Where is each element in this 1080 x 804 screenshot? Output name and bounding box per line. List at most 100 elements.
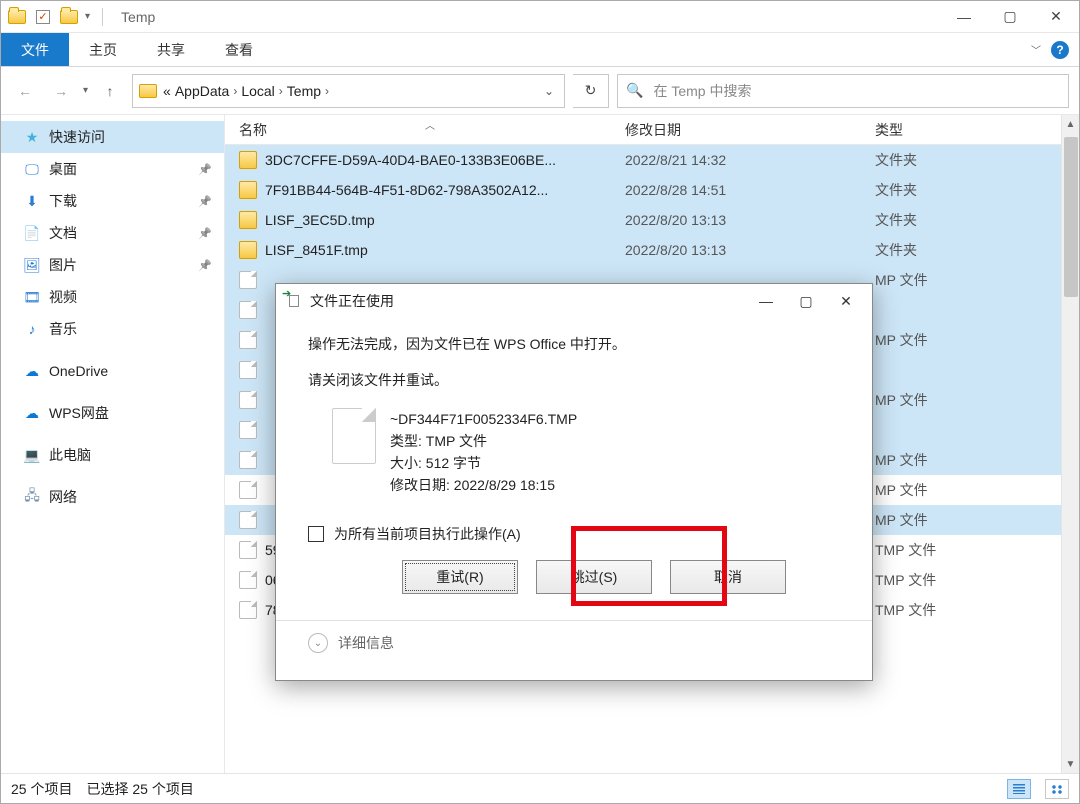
- table-row[interactable]: 7F91BB44-564B-4F51-8D62-798A3502A12...20…: [225, 175, 1079, 205]
- col-modified[interactable]: 修改日期: [625, 120, 875, 140]
- sidebar-item-downloads[interactable]: ⬇ 下载: [1, 185, 224, 217]
- video-icon: 🎞: [23, 288, 41, 306]
- sidebar-item-onedrive[interactable]: ☁ OneDrive: [1, 355, 224, 387]
- qat-properties-icon[interactable]: ✓: [33, 7, 53, 27]
- qat-newfolder-icon[interactable]: [59, 7, 79, 27]
- nav-history-icon[interactable]: ▾: [83, 85, 88, 96]
- search-icon: 🔍: [626, 82, 643, 99]
- close-button[interactable]: ✕: [1033, 1, 1079, 33]
- file-type: TMP 文件: [875, 570, 1079, 590]
- ribbon-tab-share[interactable]: 共享: [137, 33, 205, 66]
- sidebar: ★ 快速访问 🖵 桌面 ⬇ 下载 📄 文档 🖼 图片 🎞 视频: [1, 115, 225, 773]
- file-name: 3DC7CFFE-D59A-40D4-BAE0-133B3E06BE...: [265, 152, 556, 168]
- dialog-message-1: 操作无法完成，因为文件已在 WPS Office 中打开。: [308, 334, 844, 354]
- expand-details-icon[interactable]: ⌄: [308, 633, 328, 653]
- sidebar-label: 下载: [49, 191, 77, 211]
- crumb-temp[interactable]: Temp: [287, 83, 321, 99]
- sidebar-label: 视频: [49, 287, 77, 307]
- ribbon-tab-file[interactable]: 文件: [1, 33, 69, 66]
- file-icon: [239, 421, 257, 439]
- vertical-scrollbar[interactable]: ▲ ▼: [1061, 115, 1079, 773]
- more-info-label[interactable]: 详细信息: [338, 633, 394, 653]
- search-input[interactable]: [651, 82, 1060, 100]
- table-row[interactable]: LISF_3EC5D.tmp2022/8/20 13:13文件夹: [225, 205, 1079, 235]
- nav-forward-button[interactable]: →: [47, 77, 75, 105]
- scroll-thumb[interactable]: [1064, 137, 1078, 297]
- skip-button[interactable]: 跳过(S): [536, 560, 652, 594]
- folder-icon: [239, 151, 257, 169]
- file-icon: [239, 511, 257, 529]
- sort-indicator-icon: ︿: [425, 117, 435, 132]
- ribbon-tab-home[interactable]: 主页: [69, 33, 137, 66]
- file-icon: [239, 571, 257, 589]
- file-name: LISF_8451F.tmp: [265, 242, 368, 258]
- nav-up-button[interactable]: ↑: [96, 77, 124, 105]
- file-type: MP 文件: [875, 390, 1079, 410]
- explorer-window: ✓ ▾ Temp — ▢ ✕ 文件 主页 共享 查看 ﹀ ? ← → ▾ ↑ «: [0, 0, 1080, 804]
- sidebar-item-videos[interactable]: 🎞 视频: [1, 281, 224, 313]
- address-dropdown-icon[interactable]: ⌄: [540, 84, 558, 98]
- picture-icon: 🖼: [23, 256, 41, 274]
- minimize-button[interactable]: —: [941, 1, 987, 33]
- table-row[interactable]: LISF_8451F.tmp2022/8/20 13:13文件夹: [225, 235, 1079, 265]
- columns-header[interactable]: ︿ 名称 修改日期 类型: [225, 115, 1079, 145]
- address-bar[interactable]: « AppData › Local › Temp › ⌄: [132, 74, 565, 108]
- maximize-button[interactable]: ▢: [987, 1, 1033, 33]
- sidebar-item-desktop[interactable]: 🖵 桌面: [1, 153, 224, 185]
- sidebar-label: 图片: [49, 255, 77, 275]
- ribbon-tab-view[interactable]: 查看: [205, 33, 273, 66]
- do-for-all-label[interactable]: 为所有当前项目执行此操作(A): [334, 524, 521, 544]
- view-large-button[interactable]: [1045, 779, 1069, 799]
- sidebar-label: 文档: [49, 223, 77, 243]
- file-type: 文件夹: [875, 210, 1079, 230]
- chevron-right-icon[interactable]: ›: [325, 84, 329, 98]
- sidebar-item-wpspan[interactable]: ☁ WPS网盘: [1, 397, 224, 429]
- file-date: 2022/8/28 14:51: [625, 182, 875, 198]
- network-icon: 🖧: [23, 488, 41, 506]
- chevron-right-icon[interactable]: ›: [233, 84, 237, 98]
- nav-back-button[interactable]: ←: [11, 77, 39, 105]
- window-title: Temp: [115, 9, 155, 25]
- address-row: ← → ▾ ↑ « AppData › Local › Temp › ⌄ ↻ 🔍: [1, 67, 1079, 115]
- dialog-titlebar: ➔ 文件正在使用 — ▢ ✕: [276, 284, 872, 318]
- sidebar-item-thispc[interactable]: 💻 此电脑: [1, 439, 224, 471]
- file-icon: [239, 391, 257, 409]
- status-item-count: 25 个项目: [11, 779, 72, 799]
- file-icon: [239, 271, 257, 289]
- dialog-minimize-button[interactable]: —: [746, 287, 786, 315]
- computer-icon: 💻: [23, 446, 41, 464]
- address-folder-icon: [139, 84, 157, 98]
- sidebar-item-quickaccess[interactable]: ★ 快速访问: [1, 121, 224, 153]
- file-type: MP 文件: [875, 480, 1079, 500]
- scroll-up-icon[interactable]: ▲: [1062, 115, 1079, 133]
- dialog-close-button[interactable]: ✕: [826, 287, 866, 315]
- do-for-all-checkbox[interactable]: [308, 526, 324, 542]
- crumb-local[interactable]: Local: [241, 83, 274, 99]
- document-icon: 📄: [23, 224, 41, 242]
- chevron-right-icon[interactable]: ›: [279, 84, 283, 98]
- titlebar: ✓ ▾ Temp — ▢ ✕: [1, 1, 1079, 33]
- file-icon: [239, 451, 257, 469]
- scroll-down-icon[interactable]: ▼: [1062, 755, 1079, 773]
- dialog-filetype: 类型: TMP 文件: [390, 430, 577, 452]
- qat-dropdown-icon[interactable]: ▾: [85, 11, 90, 22]
- file-type: 文件夹: [875, 150, 1079, 170]
- table-row[interactable]: 3DC7CFFE-D59A-40D4-BAE0-133B3E06BE...202…: [225, 145, 1079, 175]
- sidebar-label: OneDrive: [49, 363, 108, 379]
- cancel-button[interactable]: 取消: [670, 560, 786, 594]
- ribbon-expand-icon[interactable]: ﹀: [1031, 42, 1041, 57]
- col-type[interactable]: 类型: [875, 120, 1079, 140]
- sidebar-item-network[interactable]: 🖧 网络: [1, 481, 224, 513]
- crumb-prefix[interactable]: «: [163, 83, 171, 99]
- sidebar-item-pictures[interactable]: 🖼 图片: [1, 249, 224, 281]
- sidebar-item-documents[interactable]: 📄 文档: [1, 217, 224, 249]
- help-icon[interactable]: ?: [1051, 41, 1069, 59]
- view-details-button[interactable]: [1007, 779, 1031, 799]
- retry-button[interactable]: 重试(R): [402, 560, 518, 594]
- star-icon: ★: [23, 128, 41, 146]
- search-box[interactable]: 🔍: [617, 74, 1069, 108]
- dialog-maximize-button[interactable]: ▢: [786, 287, 826, 315]
- refresh-button[interactable]: ↻: [573, 74, 609, 108]
- sidebar-item-music[interactable]: ♪ 音乐: [1, 313, 224, 345]
- crumb-appdata[interactable]: AppData: [175, 83, 229, 99]
